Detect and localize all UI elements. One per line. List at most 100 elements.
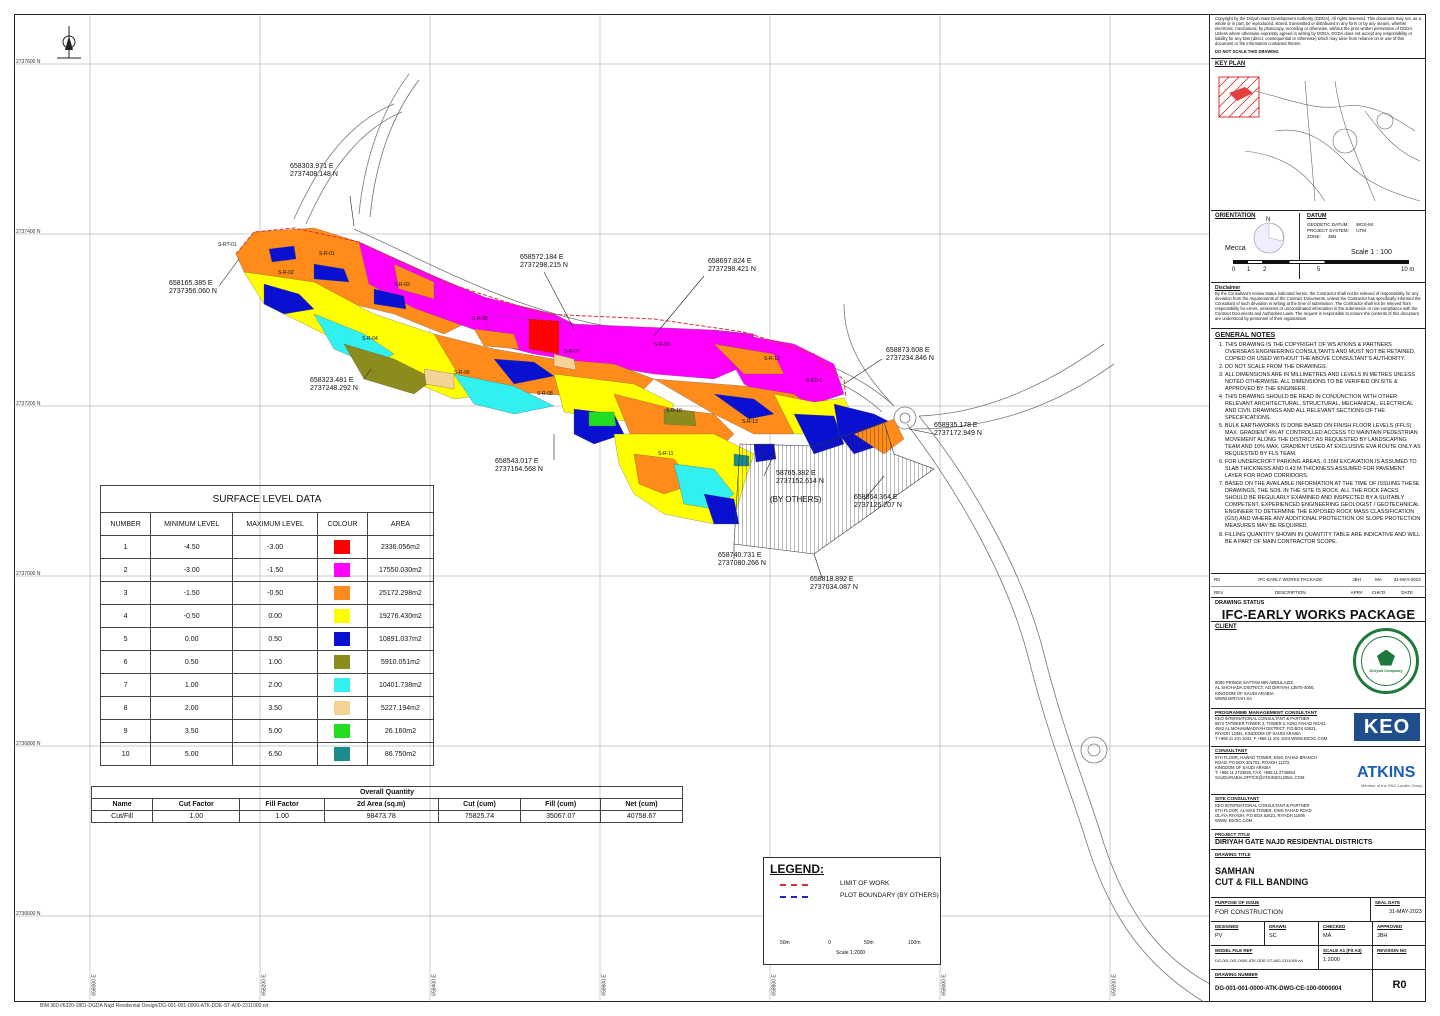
- colour-swatch-icon: [334, 563, 351, 577]
- drawing-number-label: DRAWING NUMBER: [1215, 972, 1258, 977]
- min-level: -4.50: [150, 535, 234, 559]
- area: 2336.056m2: [366, 535, 435, 559]
- orientation-box: ORIENTATION N Mecca DATUM GEODETIC DATUM…: [1211, 211, 1426, 283]
- grid-label-e: 658200 E: [261, 974, 268, 996]
- colour-swatch: [317, 696, 368, 720]
- easting: 658818.892 E: [810, 576, 854, 583]
- purpose-cell: PURPOSE OF ISSUE FOR CONSTRUCTION: [1211, 898, 1371, 921]
- client-address: 8000 PRINCE SATTAM IBN ABDULAZIZ, AL SHO…: [1215, 680, 1315, 701]
- coordinate-callout: 58765.382 E 2737152.614 N: [776, 470, 824, 486]
- coordinate-callout: 658165.385 E 2737356.060 N: [169, 280, 217, 296]
- area: 5910.051m2: [366, 650, 435, 674]
- address-line: WWW.DIRIYAH.SA: [1215, 696, 1253, 702]
- max-level: 2.00: [232, 673, 319, 697]
- datum-value: UTM: [1356, 227, 1366, 233]
- area: 25172.298m2: [366, 581, 435, 605]
- max-level: 6.50: [232, 742, 319, 766]
- table-header: NUMBER: [99, 512, 152, 536]
- road-label: S-R-13: [742, 419, 758, 425]
- coordinate-callout: 658697.824 E 2737298.421 N: [708, 258, 756, 274]
- grid-label-n: 2737400 N: [16, 229, 41, 235]
- road-east-a: [918, 343, 1105, 417]
- consultant-address: 6TH FLOOR, HAWAD TOWER, KING FAHAD BRANC…: [1215, 755, 1345, 781]
- area: 5227.194m2: [366, 696, 435, 720]
- colour-swatch: [317, 581, 368, 605]
- general-note: ALL DIMENSIONS ARE IN MILLIMETRES AND LE…: [1225, 372, 1422, 393]
- coordinate-callout: 658935.178 E 2737172.949 N: [934, 422, 982, 438]
- disclaimer-text: By the Consultant's review status indica…: [1215, 291, 1421, 322]
- northing: 2737172.949 N: [934, 430, 982, 438]
- revision-header: APRV: [1350, 590, 1363, 596]
- coordinate-callout: 658543.017 E 2737164.568 N: [495, 458, 543, 474]
- colour-swatch-icon: [334, 701, 351, 715]
- approved: JBH: [1377, 932, 1388, 939]
- revision-no-label: REVISION NO: [1377, 948, 1407, 953]
- northing: 2737298.421 N: [708, 266, 756, 274]
- road-label: S-R-02: [278, 270, 294, 276]
- easting: 658165.385 E: [169, 280, 213, 287]
- road-south-b: [906, 423, 1205, 1002]
- row-number: 3: [99, 581, 152, 605]
- min-level: 0.50: [150, 650, 234, 674]
- road-label: S-R-12: [764, 356, 780, 362]
- revision-row: R0 IFC-EARLY WORKS PACKAGE JBH MA 31-MAY…: [1211, 574, 1426, 587]
- min-level: 5.00: [150, 742, 234, 766]
- scale-label: Scale 1:2000: [836, 950, 866, 956]
- min-level: -3.00: [150, 558, 234, 582]
- client-box: CLIENT 8000 PRINCE SATTAM IBN ABDULAZIZ,…: [1211, 622, 1426, 709]
- road-label: S-RT-01: [218, 242, 237, 248]
- purpose-label: PURPOSE OF ISSUE: [1215, 900, 1260, 905]
- revision-header: DESCRIPTION: [1274, 590, 1306, 596]
- scale-tick: 0: [1232, 267, 1236, 273]
- road-south-a: [918, 415, 1209, 984]
- designed-label: DESIGNED: [1215, 924, 1239, 929]
- quantity-table-title: Overall Quantity: [91, 786, 683, 799]
- table-row: 6 0.50 1.00 5910.051m2: [99, 650, 435, 674]
- table-row: 9 3.50 5.00 26.160m2: [99, 719, 435, 743]
- colour-swatch: [317, 558, 368, 582]
- by-others-hatched-area: [733, 421, 935, 555]
- northing: 2737298.215 N: [520, 262, 568, 270]
- road-label: S-R-05: [472, 316, 488, 322]
- map-area: 2737600 N 2737400 N 2737200 N 2737000 N …: [14, 14, 1210, 1002]
- checked-cell: CHECKED MA: [1319, 922, 1373, 945]
- table-header: AREA: [366, 512, 435, 536]
- northing: 2737152.614 N: [776, 478, 824, 486]
- general-notes-box: GENERAL NOTES THIS DRAWING IS THE COPYRI…: [1211, 329, 1426, 574]
- scale-tick: 50m: [864, 940, 874, 946]
- northing: 2737126.207 N: [854, 502, 902, 510]
- pmc-box: PROGRAMME MANAGEMENT CONSULTANT KEO INTE…: [1211, 709, 1426, 747]
- row-number: 7: [99, 673, 152, 697]
- level-band-patch: [528, 318, 560, 355]
- grid-label-e: 659200 E: [1111, 974, 1118, 996]
- max-level: -0.50: [232, 581, 319, 605]
- northing: 2737248.292 N: [310, 385, 358, 393]
- table-cell: 35067.07: [520, 810, 602, 823]
- surface-table-body: 1 -4.50 -3.00 2336.056m2 2 -3.00 -1.50 17550.03…: [99, 535, 435, 766]
- colour-swatch-icon: [334, 678, 351, 692]
- grid-label-n: 2737600 N: [16, 59, 41, 65]
- datum-key: GEODETIC DATUM:: [1307, 222, 1349, 227]
- coordinate-callout: 658873.608 E 2737234.846 N: [886, 347, 934, 363]
- table-header: Cut Factor: [152, 798, 241, 811]
- colour-swatch: [317, 742, 368, 766]
- table-cell: 98473.78: [323, 810, 439, 823]
- table-cell: 1.00: [239, 810, 325, 823]
- colour-swatch-icon: [334, 747, 351, 761]
- datum-lines: GEODETIC DATUM: WGS-84 PROJECT SYSTEM: U…: [1307, 222, 1373, 240]
- designed: PV: [1215, 932, 1223, 939]
- general-note: BASED ON THE AVAILABLE INFORMATION AT TH…: [1225, 481, 1422, 530]
- road-north-a: [293, 103, 395, 220]
- scale-tick: 100m: [908, 940, 921, 946]
- project-title-label: PROJECT TITLE: [1215, 832, 1251, 837]
- surface-level-table: SURFACE LEVEL DATA NUMBER MINIMUM LEVEL …: [99, 485, 435, 766]
- address-line: SAUDIARABIA.OFFICE@ATKINSGLOBAL.COM: [1215, 775, 1305, 781]
- row-number: 5: [99, 627, 152, 651]
- road-label: S-R-10: [666, 408, 682, 414]
- revision-cell: 31-MAY-2023: [1393, 577, 1421, 583]
- easting: 658740.731 E: [718, 552, 762, 559]
- grid-label-e: 659000 E: [941, 974, 948, 996]
- drawing-title-line1: SAMHAN: [1215, 865, 1255, 876]
- legend-box: LEGEND: LIMIT OF WORK PLOT BOUNDARY (BY …: [763, 857, 941, 965]
- datum-title: DATUM: [1307, 213, 1327, 219]
